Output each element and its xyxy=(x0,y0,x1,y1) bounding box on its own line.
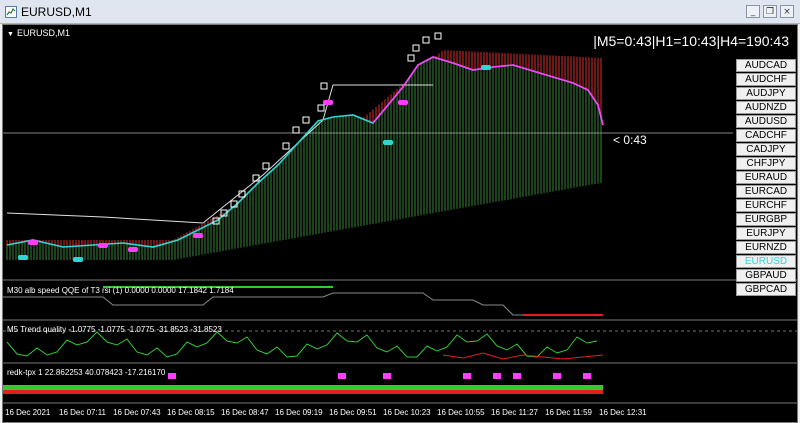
signal-marker xyxy=(193,233,203,238)
entry-square-marker xyxy=(302,116,310,124)
time-tick: 16 Dec 11:27 xyxy=(491,408,538,417)
chart-canvas xyxy=(3,32,797,404)
signal-marker xyxy=(398,100,408,105)
entry-square-marker xyxy=(412,44,420,52)
symbol-text: EURUSD,M1 xyxy=(16,28,70,38)
pair-button-eurnzd[interactable]: EURNZD xyxy=(736,241,796,254)
time-tick: 16 Dec 11:59 xyxy=(545,408,592,417)
pair-button-eurchf[interactable]: EURCHF xyxy=(736,199,796,212)
redk-marker xyxy=(553,373,561,379)
time-tick: 16 Dec 07:11 xyxy=(59,408,106,417)
entry-square-marker xyxy=(317,104,325,112)
pair-button-eurgbp[interactable]: EURGBP xyxy=(736,213,796,226)
entry-square-marker xyxy=(422,36,430,44)
redk-marker xyxy=(338,373,346,379)
signal-marker xyxy=(98,243,108,248)
signal-marker xyxy=(383,140,393,145)
pair-button-cadjpy[interactable]: CADJPY xyxy=(736,143,796,156)
time-tick: 16 Dec 10:55 xyxy=(437,408,485,417)
redk-marker xyxy=(583,373,591,379)
time-tick: 16 Dec 09:19 xyxy=(275,408,323,417)
pair-button-audcad[interactable]: AUDCAD xyxy=(736,59,796,72)
entry-square-marker xyxy=(320,82,328,90)
signal-marker xyxy=(18,255,28,260)
redk-marker xyxy=(383,373,391,379)
timeframe-timer: |M5=0:43|H1=10:43|H4=190:43 xyxy=(593,33,789,49)
restore-button[interactable]: ❐ xyxy=(763,5,777,18)
pair-button-chfjpy[interactable]: CHFJPY xyxy=(736,157,796,170)
pair-button-gbpaud[interactable]: GBPAUD xyxy=(736,269,796,282)
qqe-indicator-label: M30 alb speed QQE of T3 rsi (1) 0.0000 0… xyxy=(7,286,234,295)
pair-button-audjpy[interactable]: AUDJPY xyxy=(736,87,796,100)
time-tick: 16 Dec 10:23 xyxy=(383,408,431,417)
time-tick: 16 Dec 12:31 xyxy=(599,408,647,417)
time-tick: 16 Dec 2021 xyxy=(5,408,51,417)
entry-square-marker xyxy=(434,32,442,40)
time-tick: 16 Dec 07:43 xyxy=(113,408,161,417)
chart-window-icon xyxy=(5,6,17,18)
signal-marker xyxy=(73,257,83,262)
trend-quality-red xyxy=(442,352,604,360)
chart-area[interactable]: ▼ EURUSD,M1 |M5=0:43|H1=10:43|H4=190:43 <… xyxy=(2,24,798,423)
signal-marker xyxy=(323,100,333,105)
pair-button-euraud[interactable]: EURAUD xyxy=(736,171,796,184)
redk-marker xyxy=(493,373,501,379)
entry-square-marker xyxy=(262,162,270,170)
time-tick: 16 Dec 08:47 xyxy=(221,408,269,417)
redk-marker xyxy=(463,373,471,379)
entry-square-marker xyxy=(407,54,415,62)
signal-marker xyxy=(128,247,138,252)
time-axis: 16 Dec 2021 16 Dec 07:11 16 Dec 07:43 16 De… xyxy=(3,406,797,422)
qqe-line-gray xyxy=(3,292,603,316)
signal-marker xyxy=(481,65,491,70)
pair-button-audchf[interactable]: AUDCHF xyxy=(736,73,796,86)
pair-button-eurusd[interactable]: EURUSD xyxy=(736,255,796,268)
redk-band-red xyxy=(3,390,603,394)
pair-button-audusd[interactable]: AUDUSD xyxy=(736,115,796,128)
redk-marker xyxy=(513,373,521,379)
redk-marker xyxy=(168,373,176,379)
time-tick: 16 Dec 08:15 xyxy=(167,408,215,417)
time-tick: 16 Dec 09:51 xyxy=(329,408,377,417)
pair-button-gbpcad[interactable]: GBPCAD xyxy=(736,283,796,296)
dropdown-triangle-icon[interactable]: ▼ xyxy=(7,31,14,38)
minimize-button[interactable]: _ xyxy=(746,5,760,18)
entry-square-marker xyxy=(282,142,290,150)
window-titlebar: EURUSD,M1 _ ❐ × xyxy=(0,0,800,24)
pair-button-eurcad[interactable]: EURCAD xyxy=(736,185,796,198)
bar-countdown: < 0:43 xyxy=(613,133,647,147)
trend-quality-label: M5 Trend quality -1.0775 -1.0775 -1.0775… xyxy=(7,325,222,334)
window-title: EURUSD,M1 xyxy=(21,5,92,19)
close-button[interactable]: × xyxy=(780,5,794,18)
pair-button-eurjpy[interactable]: EURJPY xyxy=(736,227,796,240)
pair-button-cadchf[interactable]: CADCHF xyxy=(736,129,796,142)
entry-square-marker xyxy=(292,126,300,134)
signal-marker xyxy=(28,240,38,245)
symbol-label: ▼ EURUSD,M1 xyxy=(7,28,70,38)
pair-button-list: AUDCAD AUDCHF AUDJPY AUDNZD AUDUSD CADCHF CADJ… xyxy=(736,59,796,297)
redk-tpx-label: redk-tpx 1 22.862253 40.078423 -17.21617… xyxy=(7,368,166,377)
pair-button-audnzd[interactable]: AUDNZD xyxy=(736,101,796,114)
trend-quality-line xyxy=(6,331,598,358)
